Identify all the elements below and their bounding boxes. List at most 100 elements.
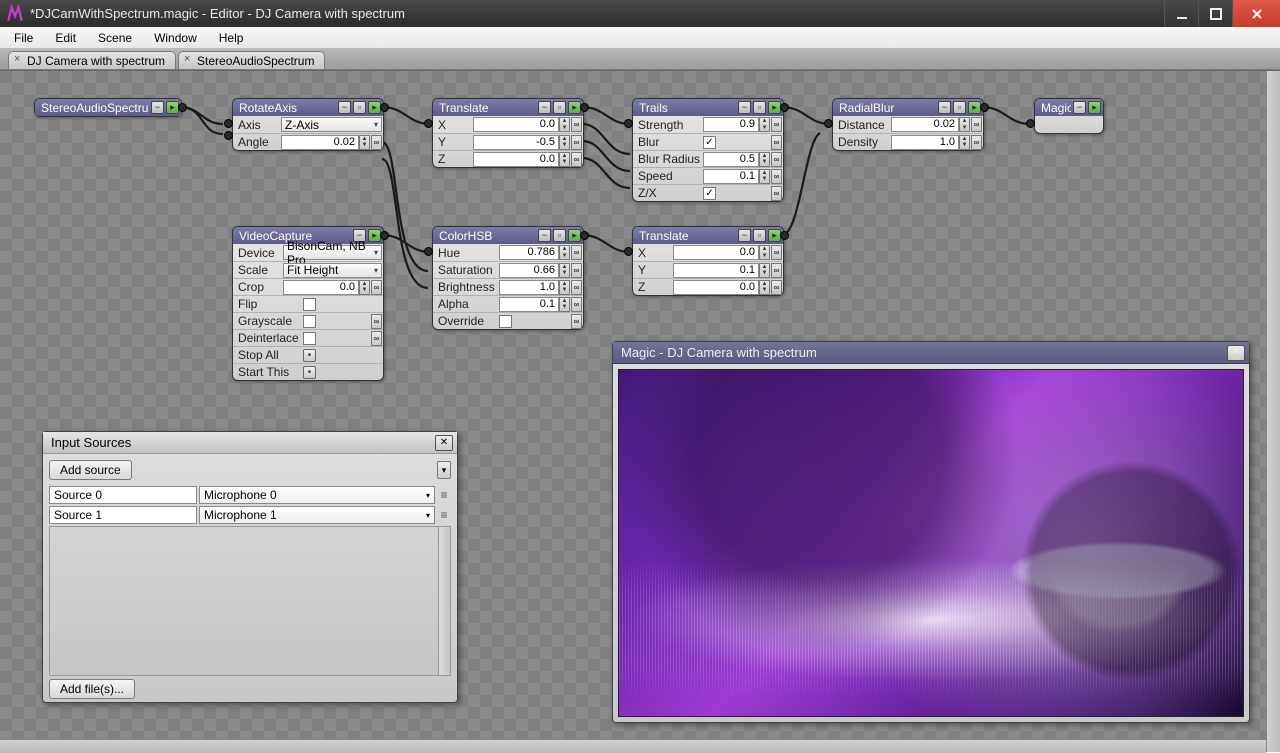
port[interactable] xyxy=(424,247,433,256)
alpha-input[interactable]: 0.1 xyxy=(499,297,559,312)
port[interactable] xyxy=(624,247,633,256)
link-icon[interactable]: ∞ xyxy=(371,314,382,329)
zx-checkbox[interactable]: ✓ xyxy=(703,187,716,200)
menu-edit[interactable]: Edit xyxy=(45,29,86,47)
port[interactable] xyxy=(580,231,589,240)
port[interactable] xyxy=(380,103,389,112)
port[interactable] xyxy=(780,231,789,240)
link-icon[interactable]: ∞ xyxy=(571,263,582,278)
source-device-select[interactable]: Microphone 0 xyxy=(199,486,435,504)
port[interactable] xyxy=(380,231,389,240)
grip-icon[interactable]: ≡ xyxy=(437,486,451,504)
link-icon[interactable]: ∞ xyxy=(771,152,782,167)
axis-select[interactable]: Z-Axis xyxy=(281,117,382,132)
tab-stereo-audio[interactable]: StereoAudioSpectrum xyxy=(178,51,325,69)
link-icon[interactable]: ∞ xyxy=(371,331,382,346)
speed-input[interactable]: 0.1 xyxy=(703,169,759,184)
density-input[interactable]: 1.0 xyxy=(891,135,959,150)
maximize-button[interactable] xyxy=(1198,0,1232,27)
saturation-input[interactable]: 0.66 xyxy=(499,263,559,278)
port[interactable] xyxy=(824,119,833,128)
node-canvas[interactable]: StereoAudioSpectrum − ▸ RotateAxis − ▫ ▸… xyxy=(0,70,1280,752)
node-translate-2[interactable]: Translate −▫▸ X0.0▲▼∞ Y0.1▲▼∞ Z0.0▲▼∞ xyxy=(632,226,784,296)
blur-radius-input[interactable]: 0.5 xyxy=(703,152,759,167)
options-icon[interactable]: ▫ xyxy=(353,101,366,114)
menu-help[interactable]: Help xyxy=(209,29,254,47)
link-icon[interactable]: ∞ xyxy=(571,135,582,150)
link-icon[interactable]: ∞ xyxy=(571,117,582,132)
close-button[interactable] xyxy=(1232,0,1280,27)
node-color-hsb[interactable]: ColorHSB −▫▸ Hue0.786▲▼∞ Saturation0.66▲… xyxy=(432,226,584,330)
menu-file[interactable]: File xyxy=(4,29,43,47)
port[interactable] xyxy=(624,119,633,128)
port[interactable] xyxy=(224,119,233,128)
port[interactable] xyxy=(178,103,187,112)
flip-checkbox[interactable] xyxy=(303,298,316,311)
link-icon[interactable]: ∞ xyxy=(571,314,582,329)
crop-input[interactable]: 0.0 xyxy=(283,280,359,295)
hue-input[interactable]: 0.786 xyxy=(499,245,559,260)
dropdown-icon[interactable]: ▾ xyxy=(437,461,451,479)
grip-icon[interactable]: ≡ xyxy=(437,506,451,524)
grayscale-checkbox[interactable] xyxy=(303,315,316,328)
override-checkbox[interactable] xyxy=(499,315,512,328)
options-icon[interactable]: ▫ xyxy=(953,101,966,114)
link-icon[interactable]: ∞ xyxy=(971,135,982,150)
angle-input[interactable]: 0.02 xyxy=(281,135,359,150)
z-input[interactable]: 0.0 xyxy=(673,280,759,295)
options-icon[interactable]: ▫ xyxy=(753,229,766,242)
minimize-button[interactable] xyxy=(1164,0,1198,27)
source-device-select[interactable]: Microphone 1 xyxy=(199,506,435,524)
collapse-icon[interactable]: − xyxy=(738,101,751,114)
preview-close-icon[interactable]: ✕ xyxy=(1227,345,1245,361)
collapse-icon[interactable]: − xyxy=(938,101,951,114)
add-source-button[interactable]: Add source xyxy=(49,460,132,480)
options-icon[interactable]: ▫ xyxy=(553,101,566,114)
link-icon[interactable]: ∞ xyxy=(771,245,782,260)
node-magic[interactable]: Magic −▸ xyxy=(1034,98,1104,134)
preview-panel[interactable]: Magic - DJ Camera with spectrum ✕ xyxy=(612,341,1250,723)
port[interactable] xyxy=(980,103,989,112)
x-input[interactable]: 0.0 xyxy=(673,245,759,260)
collapse-icon[interactable]: − xyxy=(1073,101,1086,114)
options-icon[interactable]: ▫ xyxy=(753,101,766,114)
scale-select[interactable]: Fit Height xyxy=(283,263,382,278)
stepper[interactable]: ▲▼ xyxy=(359,135,370,150)
link-icon[interactable]: ∞ xyxy=(771,280,782,295)
link-icon[interactable]: ∞ xyxy=(771,263,782,278)
link-icon[interactable]: ∞ xyxy=(771,169,782,184)
z-input[interactable]: 0.0 xyxy=(473,152,559,167)
node-trails[interactable]: Trails −▫▸ Strength0.9▲▼∞ Blur✓∞ Blur Ra… xyxy=(632,98,784,202)
port[interactable] xyxy=(1026,119,1035,128)
panel-close-icon[interactable]: ✕ xyxy=(435,435,453,451)
link-icon[interactable]: ∞ xyxy=(971,117,982,132)
node-stereo-audio-spectrum[interactable]: StereoAudioSpectrum − ▸ xyxy=(34,98,182,117)
link-icon[interactable]: ∞ xyxy=(571,280,582,295)
node-radial-blur[interactable]: RadialBlur −▫▸ Distance0.02▲▼∞ Density1.… xyxy=(832,98,984,151)
source-name-input[interactable]: Source 1 xyxy=(49,506,197,524)
port[interactable] xyxy=(580,103,589,112)
menu-window[interactable]: Window xyxy=(144,29,207,47)
strength-input[interactable]: 0.9 xyxy=(703,117,759,132)
add-files-button[interactable]: Add file(s)... xyxy=(49,679,135,699)
node-video-capture[interactable]: VideoCapture −▸ DeviceBisonCam, NB Pro S… xyxy=(232,226,384,381)
y-input[interactable]: 0.1 xyxy=(673,263,759,278)
options-icon[interactable]: ▫ xyxy=(553,229,566,242)
port[interactable] xyxy=(780,103,789,112)
scrollbar-vertical[interactable] xyxy=(1266,71,1280,752)
collapse-icon[interactable]: − xyxy=(738,229,751,242)
deinterlace-checkbox[interactable] xyxy=(303,332,316,345)
distance-input[interactable]: 0.02 xyxy=(891,117,959,132)
link-icon[interactable]: ∞ xyxy=(371,280,382,295)
bypass-icon[interactable]: ▸ xyxy=(1088,101,1101,114)
menu-scene[interactable]: Scene xyxy=(88,29,142,47)
collapse-icon[interactable]: − xyxy=(538,101,551,114)
link-icon[interactable]: ∞ xyxy=(771,117,782,132)
port[interactable] xyxy=(424,119,433,128)
collapse-icon[interactable]: − xyxy=(338,101,351,114)
x-input[interactable]: 0.0 xyxy=(473,117,559,132)
start-this-button[interactable] xyxy=(303,366,316,379)
port[interactable] xyxy=(224,131,233,140)
collapse-icon[interactable]: − xyxy=(538,229,551,242)
collapse-icon[interactable]: − xyxy=(151,101,164,114)
